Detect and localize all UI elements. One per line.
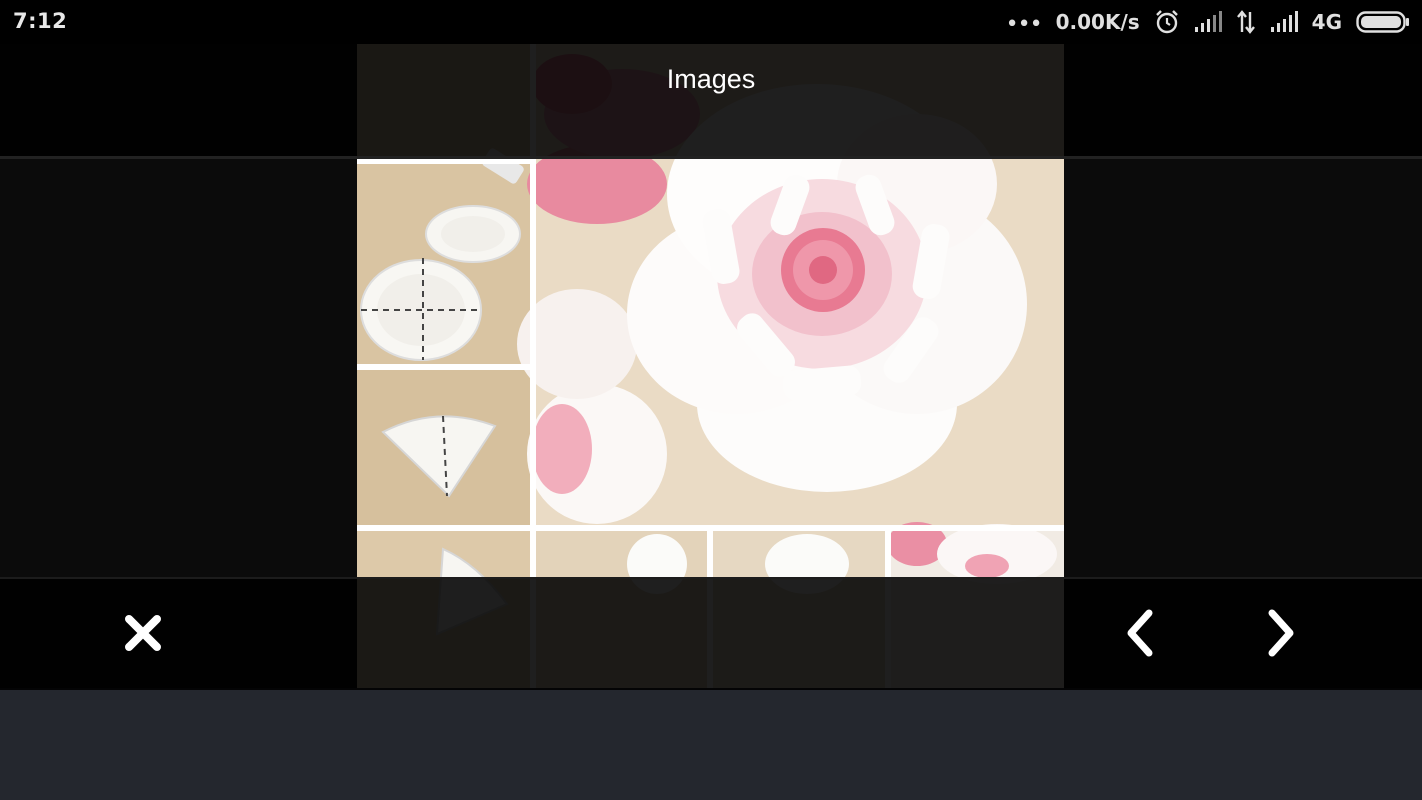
overflow-dots-icon: ••• [1005, 11, 1043, 37]
chevron-right-icon [1268, 609, 1294, 657]
network-type: 4G [1311, 10, 1342, 34]
signal-icon [1194, 11, 1222, 33]
previous-button[interactable] [1111, 603, 1171, 663]
chevron-left-icon [1127, 609, 1153, 657]
title-bar: Images [0, 44, 1422, 159]
empty-footer-area [0, 688, 1422, 800]
status-bar: 7:12 ••• 0.00K/s 4G [0, 0, 1422, 44]
data-transfer-icon [1236, 10, 1256, 34]
battery-icon [1356, 10, 1410, 34]
close-icon [125, 615, 161, 651]
status-icons: ••• 0.00K/s 4G [1006, 7, 1410, 37]
next-button[interactable] [1250, 603, 1310, 663]
bottom-toolbar [0, 577, 1422, 690]
close-button[interactable] [113, 603, 173, 663]
page-title: Images [666, 64, 756, 94]
alarm-icon [1154, 9, 1180, 35]
network-speed: 0.00K/s [1055, 10, 1140, 34]
image-viewer-app: 7:12 ••• 0.00K/s 4G Images [0, 0, 1422, 800]
signal-icon-2 [1270, 11, 1298, 33]
status-time: 7:12 [13, 9, 68, 33]
